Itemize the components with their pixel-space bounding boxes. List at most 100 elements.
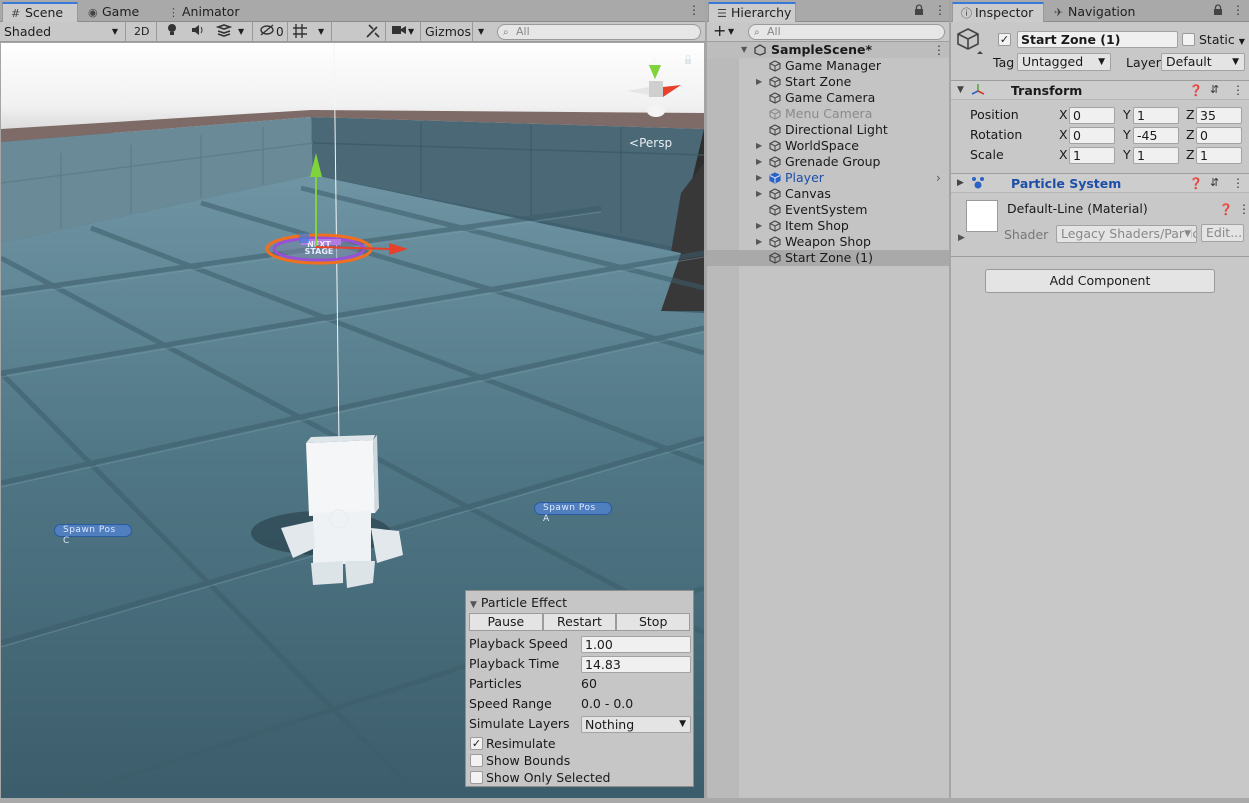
spawn-pos-c-label[interactable]: Spawn Pos C (54, 524, 132, 546)
foldout-right-icon[interactable]: ▶ (756, 218, 762, 234)
pause-button[interactable]: Pause (469, 613, 543, 631)
static-checkbox[interactable] (1182, 33, 1195, 46)
scene-menu-kebab-icon[interactable]: ⋮ (933, 44, 945, 56)
foldout-right-icon[interactable]: ▶ (756, 154, 762, 170)
inspector-menu-kebab-icon[interactable]: ⋮ (1232, 4, 1244, 16)
scene-viewport[interactable]: STAGE NEXT y x <Persp Spawn Pos C Spawn … (1, 43, 704, 798)
hidden-objects-icon[interactable] (259, 23, 275, 41)
hierarchy-item[interactable]: ▶ Item Shop (707, 218, 949, 234)
hierarchy-item[interactable]: Game Camera (707, 90, 949, 106)
resimulate-checkbox[interactable]: ✓ (470, 737, 483, 750)
hierarchy-item[interactable]: EventSystem (707, 202, 949, 218)
hierarchy-search-input[interactable]: ⌕ All (748, 24, 945, 40)
shading-mode-dropdown[interactable]: Shaded ▼ (4, 23, 122, 41)
hierarchy-item[interactable]: ▶ WorldSpace (707, 138, 949, 154)
lock-icon[interactable] (1213, 4, 1223, 16)
material-preview[interactable] (966, 200, 998, 232)
foldout-right-icon[interactable]: ▶ (756, 186, 762, 202)
audio-toggle-icon[interactable] (190, 23, 204, 41)
restart-button[interactable]: Restart (542, 613, 617, 631)
static-dropdown[interactable]: Static ▼ (1199, 32, 1245, 47)
grid-toggle-icon[interactable] (292, 23, 308, 41)
effects-dropdown-icon[interactable]: ▼ (238, 23, 244, 41)
particle-effect-title[interactable]: ▼ Particle Effect (470, 595, 567, 610)
position-x-field[interactable]: 0 (1069, 107, 1115, 124)
transform-menu-kebab-icon[interactable]: ⋮ (1232, 84, 1244, 96)
preset-icon[interactable]: ⇵ (1210, 83, 1219, 96)
hierarchy-item[interactable]: Start Zone (1) (707, 250, 949, 266)
toggle-2d-button[interactable]: 2D (134, 23, 149, 41)
foldout-right-icon[interactable]: ▶ (756, 74, 762, 90)
grid-dropdown-icon[interactable]: ▼ (318, 23, 324, 41)
gizmo-lock-icon[interactable] (684, 54, 692, 64)
show-only-selected-checkbox[interactable] (470, 771, 483, 784)
hierarchy-item[interactable]: ▶ Player › (707, 170, 949, 186)
scale-z-field[interactable]: 1 (1196, 147, 1242, 164)
tools-icon[interactable] (365, 23, 381, 41)
tab-inspector[interactable]: ⓘ Inspector (952, 2, 1044, 22)
add-object-plus-icon[interactable]: + (713, 23, 726, 41)
particle-system-header[interactable]: ▶ Particle System ❓ ⇵ ⋮ (951, 173, 1249, 193)
tab-hierarchy[interactable]: ☰ Hierarchy (708, 2, 796, 22)
gizmos-button[interactable]: Gizmos (425, 23, 471, 41)
camera-dropdown-icon[interactable]: ▼ (408, 23, 414, 41)
hierarchy-item[interactable]: Menu Camera (707, 106, 949, 122)
chevron-down-icon: ▼ (111, 27, 118, 36)
foldout-right-icon[interactable]: ▶ (958, 233, 965, 243)
hierarchy-item[interactable]: ▶ Weapon Shop (707, 234, 949, 250)
transform-header[interactable]: ▼ Transform ❓ ⇵ ⋮ (951, 80, 1249, 100)
shader-edit-button[interactable]: Edit... (1201, 224, 1244, 242)
position-z-field[interactable]: 35 (1196, 107, 1242, 124)
material-menu-kebab-icon[interactable]: ⋮ (1238, 203, 1249, 215)
tab-navigation[interactable]: ✈ Navigation (1046, 2, 1146, 22)
hierarchy-item[interactable]: Directional Light (707, 122, 949, 138)
scene-search-input[interactable]: ⌕ All (497, 24, 701, 40)
playback-speed-field[interactable]: 1.00 (581, 636, 691, 653)
foldout-right-icon[interactable]: ▶ (756, 170, 762, 186)
hierarchy-item[interactable]: Game Manager (707, 58, 949, 74)
spawn-pos-a-label[interactable]: Spawn Pos A (534, 502, 612, 524)
position-y-field[interactable]: 1 (1133, 107, 1179, 124)
tab-animator[interactable]: ⋮ Animator (160, 2, 250, 22)
tab-scene[interactable]: # Scene (2, 2, 78, 22)
hierarchy-item[interactable]: ▶ Canvas (707, 186, 949, 202)
stop-button[interactable]: Stop (616, 613, 691, 631)
tag-dropdown[interactable]: Untagged ▼ (1017, 53, 1111, 71)
add-object-dropdown-icon[interactable]: ▼ (728, 23, 734, 41)
foldout-right-icon[interactable]: ▶ (756, 138, 762, 154)
persp-label[interactable]: <Persp (629, 136, 672, 150)
scale-y-field[interactable]: 1 (1133, 147, 1179, 164)
hierarchy-item[interactable]: ▶ Start Zone (707, 74, 949, 90)
rotation-y-field[interactable]: -45 (1133, 127, 1179, 144)
lock-icon[interactable] (914, 4, 924, 16)
scene-menu-kebab-icon[interactable]: ⋮ (688, 4, 700, 16)
lighting-toggle-icon[interactable] (166, 23, 178, 41)
scale-x-field[interactable]: 1 (1069, 147, 1115, 164)
tab-game[interactable]: ◉ Game (80, 2, 166, 22)
rotation-x-field[interactable]: 0 (1069, 127, 1115, 144)
rotation-z-field[interactable]: 0 (1196, 127, 1242, 144)
help-icon[interactable]: ❓ (1189, 84, 1203, 97)
camera-settings-icon[interactable] (391, 23, 407, 41)
gameobject-cube-icon[interactable] (957, 27, 983, 57)
preset-icon[interactable]: ⇵ (1210, 176, 1219, 189)
object-name-field[interactable]: Start Zone (1) (1017, 31, 1178, 48)
effects-toggle-icon[interactable] (215, 23, 233, 41)
playback-time-field[interactable]: 14.83 (581, 656, 691, 673)
chevron-right-icon[interactable]: › (936, 170, 941, 186)
layer-dropdown[interactable]: Default ▼ (1161, 53, 1245, 71)
gizmos-dropdown-icon[interactable]: ▼ (478, 23, 484, 41)
particle-system-menu-kebab-icon[interactable]: ⋮ (1232, 177, 1244, 189)
help-icon[interactable]: ❓ (1219, 203, 1233, 216)
help-icon[interactable]: ❓ (1189, 177, 1203, 190)
hierarchy-item[interactable]: ▶ Grenade Group (707, 154, 949, 170)
show-only-selected-row: Show Only Selected (469, 769, 693, 786)
simulate-layers-dropdown[interactable]: Nothing ▼ (581, 716, 691, 733)
show-bounds-checkbox[interactable] (470, 754, 483, 767)
foldout-right-icon[interactable]: ▶ (756, 234, 762, 250)
scene-root-row[interactable]: ▼ SampleScene* ⋮ (707, 42, 949, 58)
add-component-button[interactable]: Add Component (985, 269, 1215, 293)
hierarchy-menu-kebab-icon[interactable]: ⋮ (934, 4, 946, 16)
active-checkbox[interactable]: ✓ (998, 33, 1011, 46)
shader-dropdown[interactable]: Legacy Shaders/Partic ▼ (1056, 225, 1197, 243)
